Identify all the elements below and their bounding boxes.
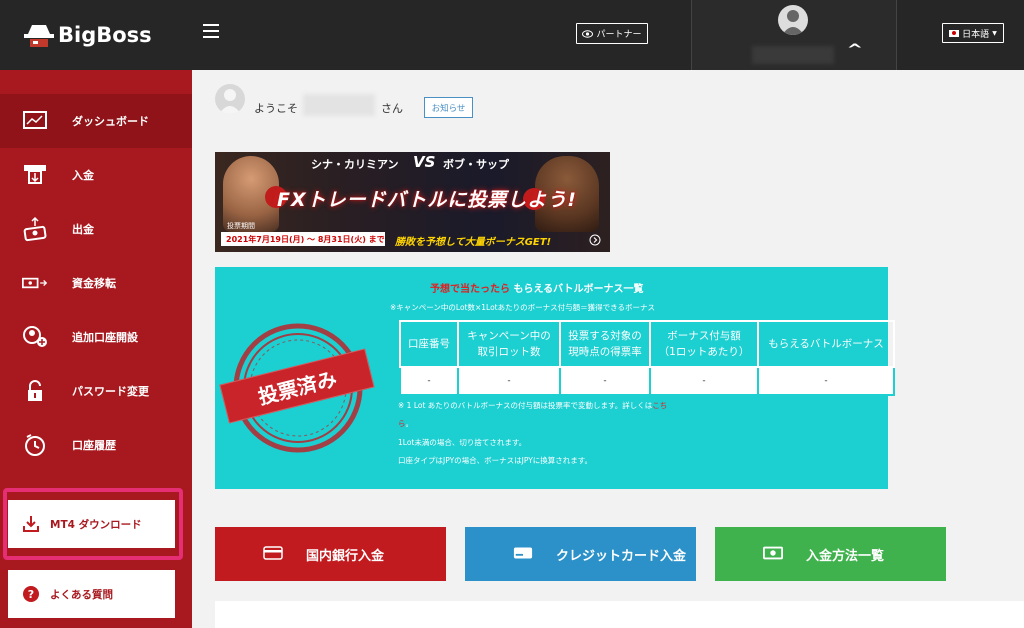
card-icon [263,546,283,560]
faq-label: よくある質問 [50,588,113,601]
sidebar-item-label: パスワード変更 [72,385,149,398]
table-header: 口座番号 [399,320,459,368]
credit-card-deposit-button[interactable]: クレジットカード入金 [465,527,696,581]
bonus-note: 1Lot未満の場合、切り捨てされます。 [398,438,527,447]
table-cell: - [399,366,459,396]
table-header: 投票する対象の 現時点の得票率 [559,320,651,368]
svg-text:?: ? [28,588,34,601]
caret-down-icon: ▼ [992,29,997,37]
deposit-icon [22,162,48,188]
sidebar-item-add-account[interactable]: 追加口座開設 [0,310,192,364]
table-header: ボーナス付与額 （1ロットあたり） [649,320,759,368]
faq-button[interactable]: ? よくある質問 [8,570,175,618]
banner-fighter-right: ボブ・サップ [443,158,509,171]
logo[interactable]: BigBoss [24,17,152,53]
bank-deposit-label: 国内銀行入金 [306,549,385,564]
table-header: キャンペーン中の 取引ロット数 [457,320,561,368]
bonus-note: ※ 1 Lot あたりのバトルボーナスの付与額は投票率で変動します。詳しくはこち [398,401,668,410]
bonus-note-cont: ら。 [398,419,413,428]
sidebar-item-label: 出金 [72,223,94,236]
divider [896,0,897,70]
sidebar-item-history[interactable]: 口座履歴 [0,418,192,472]
banner-period-label: 投票期間 [227,222,255,230]
notice-button[interactable]: お知らせ [424,97,473,118]
table-cell: - [649,366,759,396]
avatar [215,84,245,114]
sidebar-item-dashboard[interactable]: ダッシュボード [0,94,192,148]
menu-toggle-icon[interactable] [203,24,219,38]
logo-text: BigBoss [58,23,152,47]
sidebar-item-password[interactable]: パスワード変更 [0,364,192,418]
banner-headline: FXトレードバトルに投票しよう! [277,189,577,211]
history-icon [22,432,48,458]
language-selector[interactable]: 日本語 ▼ [942,23,1004,43]
deposit-methods-button[interactable]: 入金方法一覧 [715,527,946,581]
sidebar-item-deposit[interactable]: 入金 [0,148,192,202]
transfer-icon [22,270,48,296]
banner-cta: 勝敗を予想して大量ボーナスGET! [395,237,552,248]
welcome-suffix: さん [381,102,403,115]
chevron-up-icon[interactable]: ^ [847,42,863,58]
bonus-note: 口座タイプはJPYの場合、ボーナスはJPYに換算されます。 [398,456,593,465]
partner-button[interactable]: パートナー [576,23,648,44]
table-cell: - [457,366,561,396]
bonus-title: 予想で当たったら もらえるバトルボーナス一覧 [430,284,644,295]
add-account-icon [22,324,48,350]
japan-flag-icon [949,29,960,37]
username-redacted [303,94,375,116]
question-icon: ? [23,586,39,602]
money-icon [763,546,783,560]
credit-card-icon [513,547,533,559]
bonus-subtitle: ※キャンペーン中のLot数×1Lotあたりのボーナス付与額＝獲得できるボーナス [390,303,655,312]
arrow-circle-icon [589,234,601,246]
welcome-prefix: ようこそ [254,102,298,115]
details-link[interactable]: ら [398,419,406,428]
table-row: - - - - - [399,366,895,396]
top-bar: BigBoss パートナー ^ 日本語 ▼ [0,0,1024,70]
bonus-table: 口座番号 キャンペーン中の 取引ロット数 投票する対象の 現時点の得票率 ボーナス付… [399,320,895,396]
sidebar-item-label: 資金移転 [72,277,116,290]
withdraw-icon [22,216,48,242]
language-label: 日本語 [962,29,990,40]
details-link[interactable]: こち [652,401,667,410]
table-header: もらえるバトルボーナス [757,320,895,368]
eye-icon [582,29,594,38]
bank-deposit-button[interactable]: 国内銀行入金 [215,527,446,581]
banner-vs: VS [413,153,436,171]
content-panel [215,601,1024,628]
sidebar-item-label: ダッシュボード [72,115,149,128]
avatar[interactable] [778,5,808,35]
sidebar-item-label: 口座履歴 [72,439,116,452]
mt4-highlight-frame [3,488,183,560]
credit-card-deposit-label: クレジットカード入金 [556,549,687,564]
sidebar-item-label: 追加口座開設 [72,331,138,344]
lock-icon [22,378,48,404]
dashboard-icon [22,108,48,134]
sidebar-item-transfer[interactable]: 資金移転 [0,256,192,310]
banner-fighter-left: シナ・カリミアン [311,158,399,171]
partner-label: パートナー [596,30,642,40]
boss-hat-icon [24,25,54,47]
sidebar-item-withdraw[interactable]: 出金 [0,202,192,256]
table-cell: - [757,366,895,396]
username-redacted [752,46,834,64]
sidebar-item-label: 入金 [72,169,94,182]
table-header-row: 口座番号 キャンペーン中の 取引ロット数 投票する対象の 現時点の得票率 ボーナス付… [399,320,895,368]
deposit-methods-label: 入金方法一覧 [806,549,885,564]
table-cell: - [559,366,651,396]
banner-dates: 2021年7月19日(月) 〜 8月31日(火) まで [221,232,385,246]
campaign-banner[interactable]: シナ・カリミアン VS ボブ・サップ FXトレードバトルに投票しよう! 投票期間… [215,152,610,252]
